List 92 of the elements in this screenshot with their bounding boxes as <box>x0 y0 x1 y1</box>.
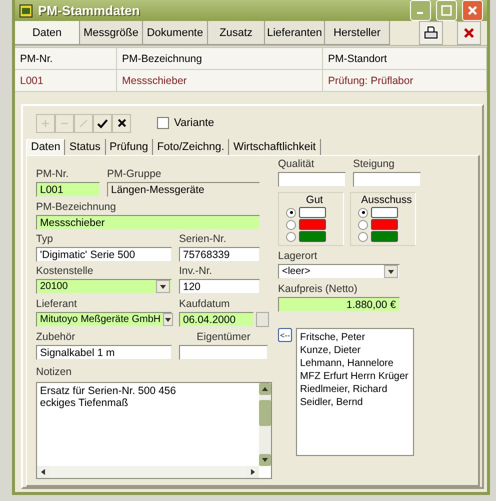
input-field[interactable] <box>179 345 268 360</box>
caret-icon <box>164 316 172 324</box>
tab[interactable]: Foto/Zeichng. <box>153 138 230 154</box>
save-button[interactable] <box>93 114 112 132</box>
field-label: Kaufpreis (Netto) <box>278 283 358 295</box>
field-label: Eigentümer <box>196 331 250 343</box>
cancel-button[interactable] <box>112 114 131 132</box>
caret-icon <box>39 468 47 476</box>
checkbox-label: Variante <box>174 117 214 129</box>
input-field[interactable]: 120 <box>179 279 260 294</box>
table-cell[interactable]: Prüfung: Prüflabor <box>323 70 487 92</box>
field-label: Steigung <box>353 158 394 170</box>
dropdown-field[interactable]: Mitutoyo Meßgeräte GmbH <box>36 312 172 327</box>
input-field[interactable]: 'Digimatic' Serie 500 <box>36 247 172 262</box>
list-item[interactable]: Riedlmeier, Richard <box>300 383 390 396</box>
caret-icon <box>387 268 395 276</box>
input-field[interactable]: Signalkabel 1 m <box>36 345 172 360</box>
checkmark-icon <box>97 118 108 128</box>
tab[interactable]: Hersteller <box>325 21 390 45</box>
vertical-scrollbar[interactable] <box>259 383 271 466</box>
list-item[interactable]: Kunze, Dieter <box>300 344 363 357</box>
close-icon <box>463 27 475 39</box>
tab[interactable]: Wirtschaftlichkeit <box>229 138 321 154</box>
app-icon <box>19 4 33 18</box>
field-label: Lagerort <box>278 250 318 262</box>
group-label: Ausschuss <box>361 195 412 206</box>
dropdown-button[interactable] <box>384 265 398 278</box>
horizontal-scrollbar[interactable] <box>37 466 259 478</box>
input-field[interactable] <box>353 172 421 187</box>
field-label: Inv.-Nr. <box>179 265 212 277</box>
input-field[interactable]: 06.04.2000 <box>179 312 254 327</box>
notes-field[interactable]: Ersatz für Serien-Nr. 500 456 eckiges Tiefenmaß <box>36 382 272 479</box>
field-label: PM-Gruppe <box>107 168 162 180</box>
window-title: PM-Stammdaten <box>38 3 141 18</box>
maximize-icon <box>441 5 452 16</box>
tab[interactable]: Status <box>65 138 106 154</box>
notes-text: Ersatz für Serien-Nr. 500 456 eckiges Tiefenmaß <box>39 384 177 411</box>
dropdown-button[interactable] <box>162 313 173 326</box>
input-field[interactable]: 75768339 <box>179 247 260 262</box>
column-header: PM-Standort <box>323 48 487 70</box>
tab[interactable]: Daten <box>26 138 66 154</box>
tab[interactable]: Zusatz <box>208 21 265 45</box>
pencil-icon <box>79 118 88 128</box>
print-button[interactable] <box>419 21 443 45</box>
caret-icon <box>159 282 167 290</box>
cross-icon <box>116 118 126 128</box>
radio-button[interactable] <box>286 232 296 242</box>
move-button[interactable]: <-- <box>278 328 292 342</box>
dropdown-field[interactable]: 20100 <box>36 279 172 294</box>
list-item[interactable]: Fritsche, Peter <box>300 331 368 344</box>
field-label: PM-Nr. <box>36 168 69 180</box>
dropdown-field[interactable]: <leer> <box>278 264 400 279</box>
radio-button[interactable] <box>358 208 368 218</box>
list-item[interactable]: Seidler, Bernd <box>300 396 365 409</box>
printer-icon <box>424 26 438 40</box>
tab[interactable]: Messgröße <box>80 21 143 45</box>
field-label: Notizen <box>36 366 72 378</box>
field-label: Kostenstelle <box>36 265 94 277</box>
table-cell[interactable]: L001 <box>15 70 117 92</box>
table-cell[interactable]: Messschieber <box>117 70 323 92</box>
tab[interactable]: Prüfung <box>106 138 154 154</box>
close-icon <box>467 5 478 16</box>
plus-icon <box>41 118 50 128</box>
close-button[interactable] <box>457 21 481 45</box>
input-field[interactable]: 1.880,00 € <box>278 297 400 312</box>
field-label: Kaufdatum <box>179 298 230 310</box>
field-label: Qualität <box>278 158 314 170</box>
calendar-button[interactable] <box>256 312 269 327</box>
field-label: Zubehör <box>36 331 76 343</box>
radio-button[interactable] <box>286 220 296 230</box>
tab[interactable]: Dokumente <box>143 21 208 45</box>
field-label: Serien-Nr. <box>179 233 226 245</box>
list-item[interactable]: Lehmann, Hannelore <box>300 357 396 370</box>
field-label: PM-Bezeichnung <box>36 201 116 213</box>
field-label: Typ <box>36 233 53 245</box>
radio-button[interactable] <box>286 208 296 218</box>
tab[interactable]: Lieferanten <box>265 21 325 45</box>
column-header: PM-Bezeichnung <box>117 48 323 70</box>
input-field[interactable]: L001 <box>36 182 100 197</box>
list-item[interactable]: MFZ Erfurt Herrn Krüger <box>300 370 410 383</box>
input-field[interactable] <box>278 172 346 187</box>
dropdown-button[interactable] <box>156 280 170 293</box>
radio-button[interactable] <box>358 232 368 242</box>
input-field[interactable]: Messschieber <box>36 215 260 230</box>
caret-icon <box>261 385 269 393</box>
checkbox[interactable] <box>157 117 169 129</box>
input-field: Längen-Messgeräte <box>107 182 260 197</box>
field-label: Lieferant <box>36 298 77 310</box>
radio-button[interactable] <box>358 220 368 230</box>
tab[interactable]: Daten <box>15 21 80 45</box>
column-header: PM-Nr. <box>15 48 117 70</box>
group-label: Gut <box>306 195 323 206</box>
